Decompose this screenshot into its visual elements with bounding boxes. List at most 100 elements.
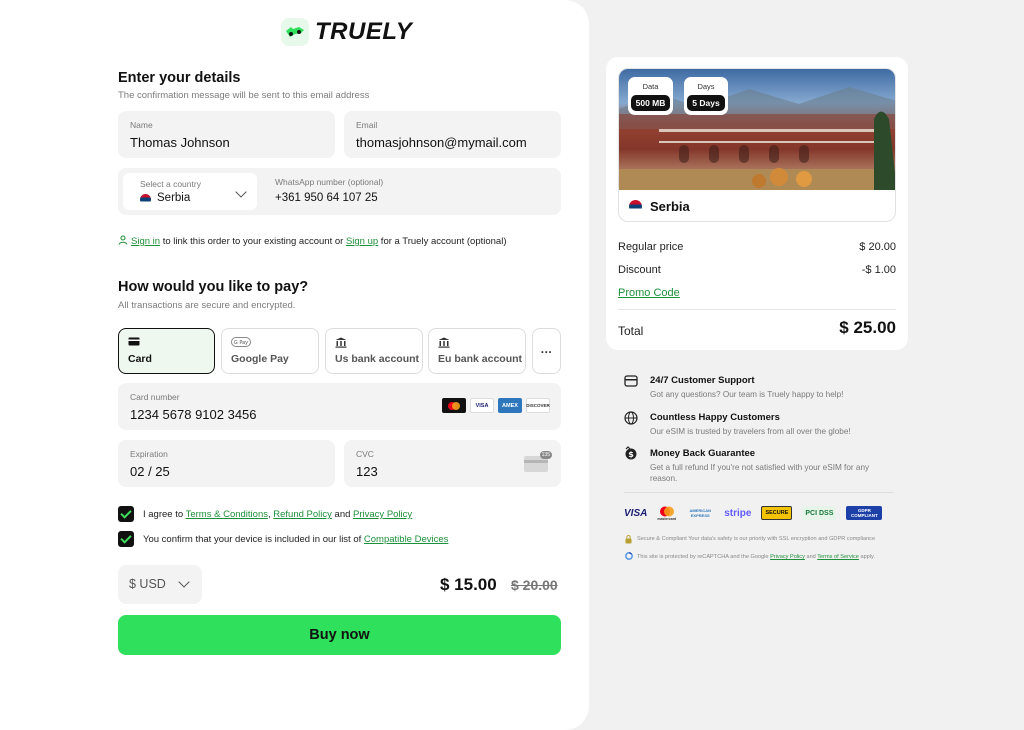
logo-text: TRUELY: [315, 18, 413, 45]
pay-tab-card-label: Card: [128, 353, 152, 365]
pay-tab-google-pay-label: Google Pay: [231, 353, 289, 365]
terms-and: and: [331, 509, 354, 520]
expiration-label: Expiration: [130, 449, 168, 459]
phone-row: Select a country Serbia WhatsApp number …: [118, 168, 561, 215]
cvc-label: CVC: [356, 449, 374, 459]
mastercard-badge: mastercard: [657, 505, 676, 521]
recaptcha-suffix: apply.: [858, 554, 875, 560]
email-label: Email: [356, 120, 378, 130]
pay-tab-card[interactable]: Card: [118, 328, 215, 374]
payment-heading: How would you like to pay?: [118, 279, 309, 295]
expiration-field[interactable]: Expiration 02 / 25: [118, 440, 335, 487]
cvc-input[interactable]: 123: [356, 464, 378, 479]
country-label: Select a country: [140, 179, 201, 189]
country-value: Serbia: [157, 192, 191, 204]
discover-icon: DISCOVER: [526, 398, 550, 413]
discount-label: Discount: [618, 264, 661, 276]
data-chip-label: Data: [642, 82, 659, 91]
data-chip: Data 500 MB: [628, 77, 673, 115]
name-value[interactable]: Thomas Johnson: [130, 135, 230, 150]
serbia-photo: Data 500 MB Days 5 Days: [619, 69, 895, 190]
google-privacy-link[interactable]: Privacy Policy: [770, 554, 805, 560]
card-brands: VISA AMEX DISCOVER: [442, 398, 550, 413]
country-select[interactable]: Select a country Serbia: [123, 173, 257, 210]
buy-now-button[interactable]: Buy now: [118, 615, 561, 655]
regular-price-label: Regular price: [618, 241, 684, 253]
pay-tab-google-pay[interactable]: G Pay Google Pay: [221, 328, 319, 374]
amex-icon: AMEX: [498, 398, 522, 413]
money-back-icon: $: [625, 446, 637, 460]
support-icon: [624, 375, 638, 387]
truely-logo-mark-icon: [281, 18, 309, 46]
pay-tab-eu-bank[interactable]: Eu bank account: [428, 328, 526, 374]
pay-tab-eu-bank-label: Eu bank account: [438, 353, 523, 365]
expiration-input[interactable]: 02 / 25: [130, 464, 170, 479]
amex-badge: AMERICAN EXPRESS: [689, 508, 711, 518]
cvc-card-icon: 135: [524, 451, 552, 472]
email-value[interactable]: thomasjohnson@mymail.com: [356, 135, 527, 150]
refund-policy-link[interactable]: Refund Policy: [273, 509, 332, 520]
chevron-down-icon: [178, 576, 190, 588]
devices-agreement-text: You confirm that your device is included…: [143, 534, 448, 545]
terms-checkbox[interactable]: [118, 506, 134, 522]
card-number-label: Card number: [130, 392, 180, 402]
more-payment-methods-button[interactable]: ...: [532, 328, 561, 374]
card-number-field[interactable]: Card number 1234 5678 9102 3456 VISA AME…: [118, 383, 561, 430]
bank-icon: [335, 337, 347, 348]
more-dots-icon: ...: [540, 342, 553, 356]
name-label: Name: [130, 120, 153, 130]
stripe-badge: stripe: [724, 507, 752, 519]
pci-dss-badge: PCI DSS: [802, 506, 837, 520]
payment-subheading: All transactions are secure and encrypte…: [118, 300, 296, 311]
feature-title-customers: Countless Happy Customers: [650, 412, 780, 423]
recaptcha-and: and: [804, 554, 818, 560]
chevron-down-icon: [235, 186, 247, 198]
mastercard-icon: [442, 398, 466, 413]
days-chip-value: 5 Days: [687, 95, 725, 111]
truely-logo[interactable]: TRUELY: [281, 18, 412, 46]
user-icon: [118, 235, 128, 245]
sign-up-link[interactable]: Sign up: [346, 236, 378, 247]
compatible-devices-link[interactable]: Compatible Devices: [364, 534, 448, 545]
feature-desc-money-back: Get a full refund If you're not satisfie…: [650, 463, 870, 483]
data-chip-value: 500 MB: [631, 95, 670, 111]
days-chip-label: Days: [697, 82, 715, 91]
terms-agreement-text: I agree to Terms & Conditions, Refund Po…: [143, 509, 412, 520]
feature-desc-support: Got any questions? Our team is Truely ha…: [650, 390, 844, 399]
total-value: $ 25.00: [839, 318, 896, 337]
cvc-field[interactable]: CVC 123 135: [344, 440, 561, 487]
visa-icon: VISA: [470, 398, 494, 413]
signin-middle-text: to link this order to your existing acco…: [160, 236, 346, 247]
sign-in-link[interactable]: Sign in: [131, 236, 160, 247]
svg-text:$: $: [628, 450, 634, 459]
devices-prefix: You confirm that your device is included…: [143, 534, 364, 545]
devices-checkbox[interactable]: [118, 531, 134, 547]
features-divider: [624, 492, 894, 493]
whatsapp-input[interactable]: +361 950 64 107 25: [275, 192, 378, 204]
privacy-policy-link[interactable]: Privacy Policy: [353, 509, 412, 520]
visa-badge: VISA: [624, 507, 648, 519]
signin-tail-text: for a Truely account (optional): [378, 236, 507, 247]
cvc-hint: 135: [539, 451, 552, 459]
name-field[interactable]: Name Thomas Johnson: [118, 111, 335, 158]
email-field[interactable]: Email thomasjohnson@mymail.com: [344, 111, 561, 158]
recaptcha-prefix: This site is protected by reCAPTCHA and …: [637, 554, 771, 560]
details-heading: Enter your details: [118, 70, 241, 86]
discount-value: -$ 1.00: [861, 264, 896, 276]
product-card: Data 500 MB Days 5 Days Serbia: [618, 68, 896, 222]
currency-select[interactable]: $ USD: [118, 565, 202, 604]
recaptcha-text: This site is protected by reCAPTCHA and …: [637, 554, 875, 560]
secure-compliant-text: Secure & Compliant Your data's safety is…: [637, 536, 876, 542]
terms-conditions-link[interactable]: Terms & Conditions: [186, 509, 268, 520]
product-country: Serbia: [650, 199, 690, 214]
serbia-flag-icon: [140, 194, 151, 205]
regular-price-value: $ 20.00: [859, 241, 896, 253]
card-number-input[interactable]: 1234 5678 9102 3456: [130, 407, 257, 422]
details-subheading: The confirmation message will be sent to…: [118, 90, 370, 101]
promo-code-link[interactable]: Promo Code: [618, 287, 680, 299]
recaptcha-icon: [625, 552, 633, 560]
google-terms-link[interactable]: Terms of Service: [817, 554, 859, 560]
bank-icon: [438, 337, 450, 348]
summary-divider: [618, 309, 896, 310]
pay-tab-us-bank[interactable]: Us bank account: [325, 328, 423, 374]
